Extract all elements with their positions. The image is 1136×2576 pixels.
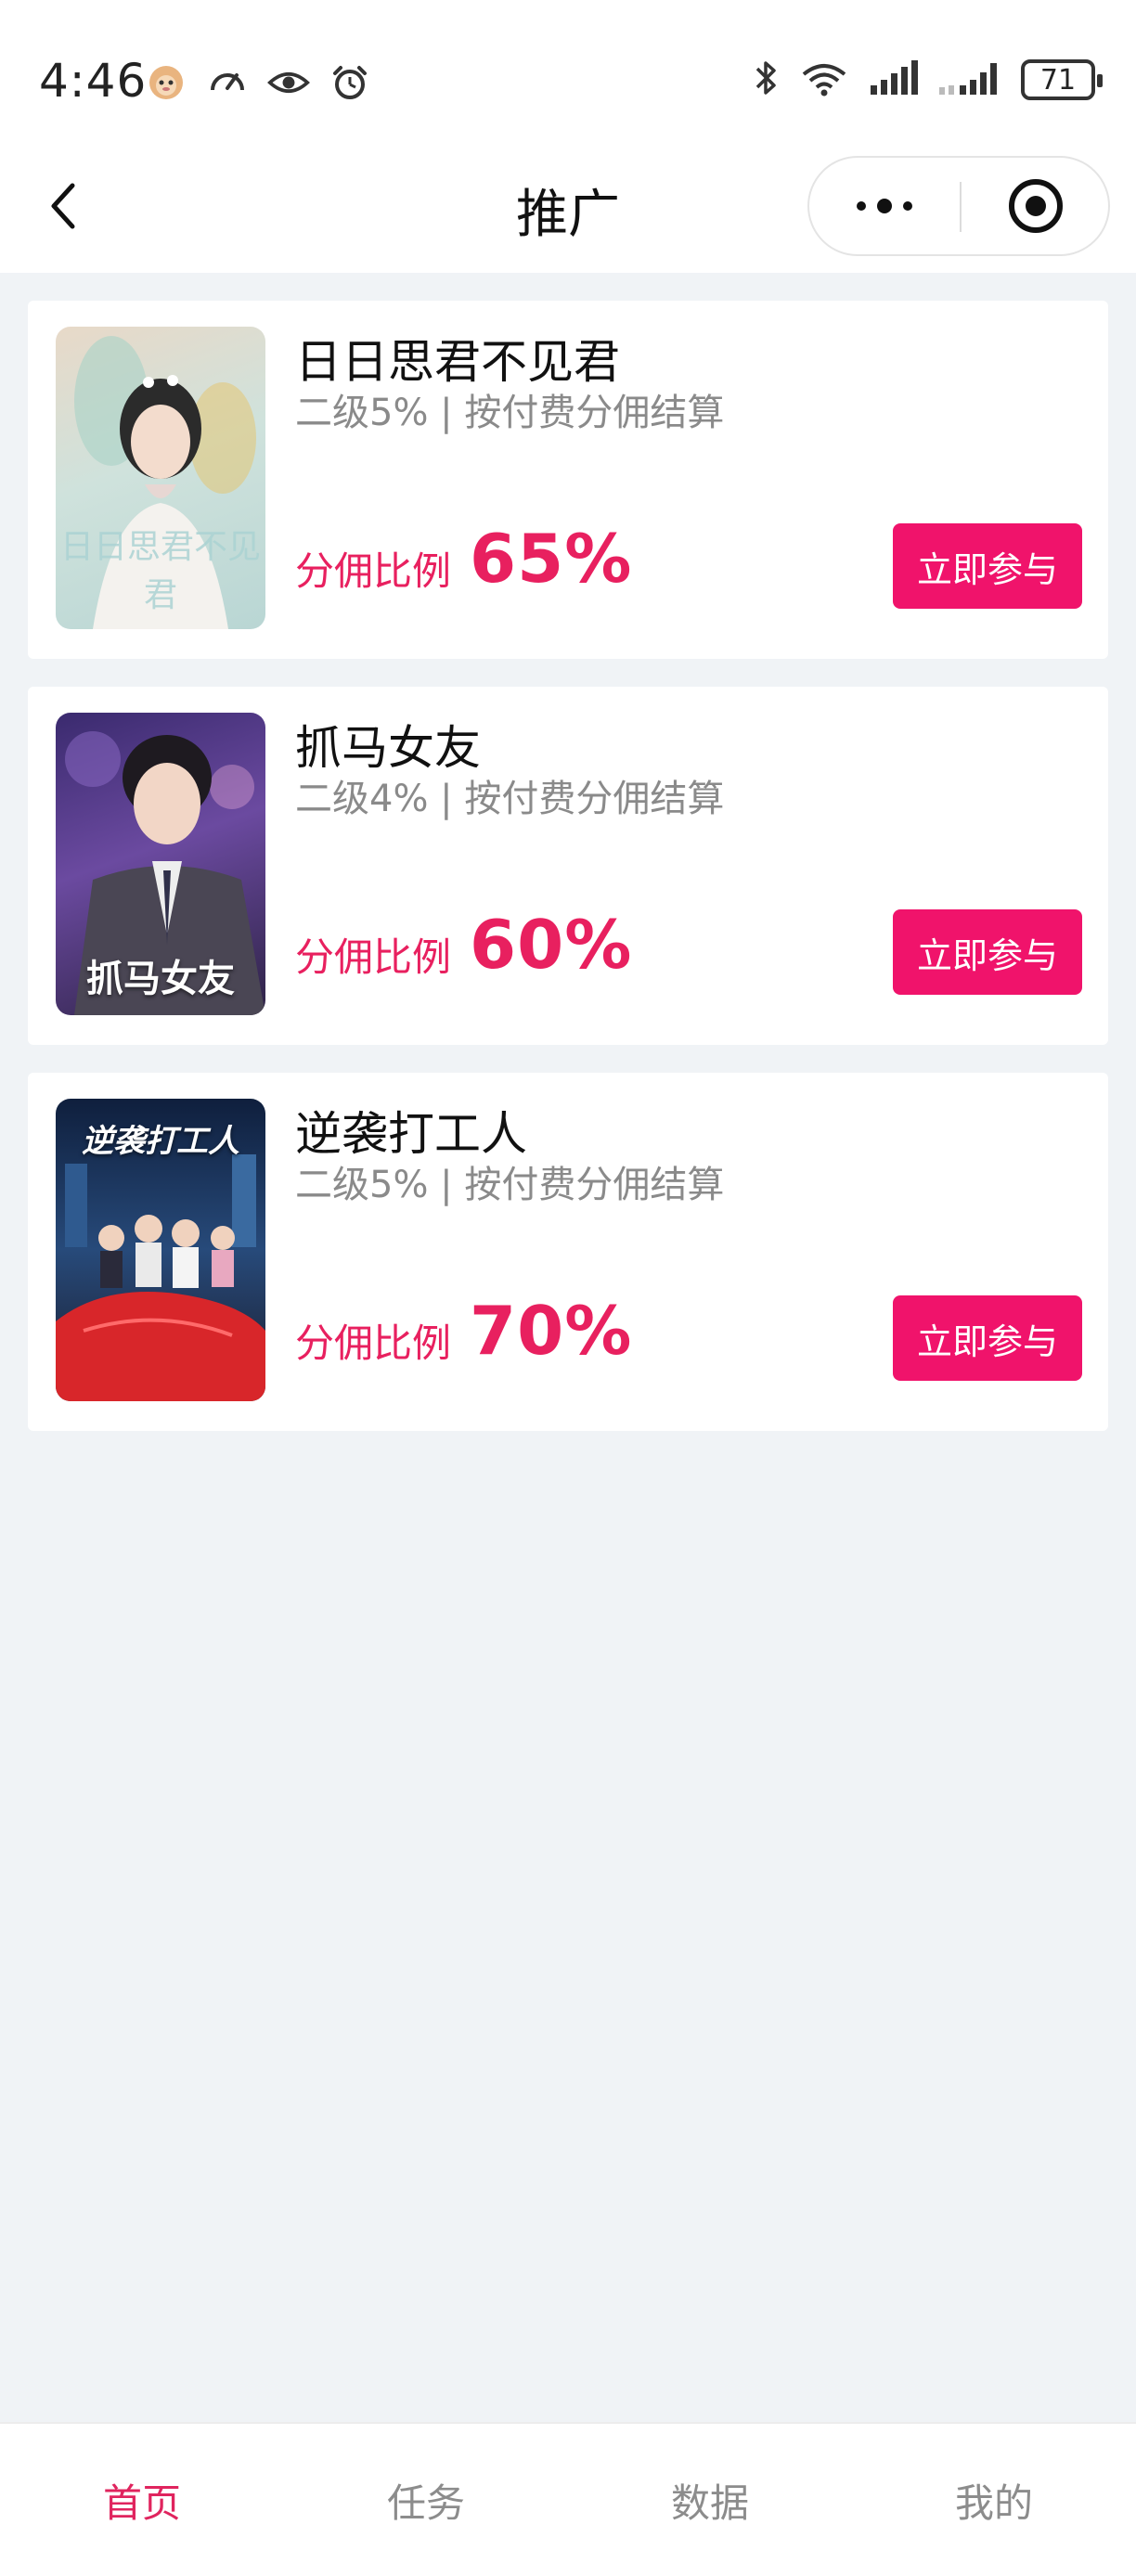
- speed-gauge-icon: [206, 61, 249, 104]
- status-right-icons: 71: [752, 58, 1103, 102]
- commission-ratio-label: 分佣比例: [295, 1320, 452, 1366]
- tab-mine[interactable]: 我的: [852, 2424, 1136, 2576]
- commission-rule: 二级5% | 按付费分佣结算: [295, 1164, 725, 1206]
- commission-rule: 二级4% | 按付费分佣结算: [295, 778, 725, 820]
- status-left-icons: [145, 61, 371, 104]
- battery-level: 71: [1039, 63, 1077, 97]
- poster-image[interactable]: 日日思君不见君: [56, 327, 265, 629]
- commission-ratio-label: 分佣比例: [295, 934, 452, 980]
- target-circle-icon: [1009, 179, 1063, 233]
- join-now-button[interactable]: 立即参与: [893, 909, 1082, 995]
- poster-title: 抓马女友: [86, 958, 235, 1000]
- poster-title: 逆袭打工人: [82, 1123, 239, 1160]
- navigation-bar: 推广: [0, 139, 1136, 273]
- poster-title: 日日思君不见君: [59, 528, 261, 614]
- bottom-tab-bar: 首页 任务 数据 我的: [0, 2422, 1136, 2576]
- promotion-page: 4:46 71 推广 日日思君不见君 日日思君不见君 二级5% | 按付费分佣结…: [0, 0, 1136, 2576]
- commission-rule: 二级5% | 按付费分佣结算: [295, 392, 725, 434]
- tab-tasks[interactable]: 任务: [284, 2424, 568, 2576]
- eye-icon: [267, 61, 310, 104]
- tab-home[interactable]: 首页: [0, 2424, 284, 2576]
- promotion-card: 抓马女友 抓马女友 二级4% | 按付费分佣结算 分佣比例 60% 立即参与: [28, 687, 1108, 1045]
- miniprogram-capsule: [807, 156, 1110, 256]
- commission-ratio-value: 65%: [470, 520, 633, 598]
- commission-ratio-label: 分佣比例: [295, 548, 452, 594]
- poster-image[interactable]: 逆袭打工人: [56, 1099, 265, 1401]
- commission-ratio-value: 60%: [470, 906, 633, 984]
- bluetooth-icon: [752, 58, 780, 102]
- status-time: 4:46: [39, 54, 148, 108]
- more-dots-icon: [857, 199, 912, 213]
- status-bar: 4:46 71: [0, 0, 1136, 139]
- tab-data[interactable]: 数据: [568, 2424, 852, 2576]
- promotion-card: 日日思君不见君 日日思君不见君 二级5% | 按付费分佣结算 分佣比例 65% …: [28, 301, 1108, 659]
- signal-bars-icon: [869, 58, 919, 102]
- top-area: 4:46 71 推广: [0, 0, 1136, 273]
- wifi-6-icon: [798, 58, 850, 102]
- commission-ratio-value: 70%: [470, 1292, 633, 1370]
- poster-image[interactable]: 抓马女友: [56, 713, 265, 1015]
- battery-indicator: 71: [1021, 59, 1103, 100]
- monkey-avatar-icon: [145, 61, 187, 104]
- join-now-button[interactable]: 立即参与: [893, 523, 1082, 609]
- promotion-card: 逆袭打工人 逆袭打工人 二级5% | 按付费分佣结算 分佣比例 70% 立即参与: [28, 1073, 1108, 1431]
- more-button[interactable]: [809, 158, 960, 254]
- alarm-icon: [329, 61, 371, 104]
- promotion-list: 日日思君不见君 日日思君不见君 二级5% | 按付费分佣结算 分佣比例 65% …: [28, 301, 1108, 1459]
- close-button[interactable]: [962, 158, 1110, 254]
- signal-bars-secondary-icon: [937, 58, 1002, 102]
- join-now-button[interactable]: 立即参与: [893, 1295, 1082, 1381]
